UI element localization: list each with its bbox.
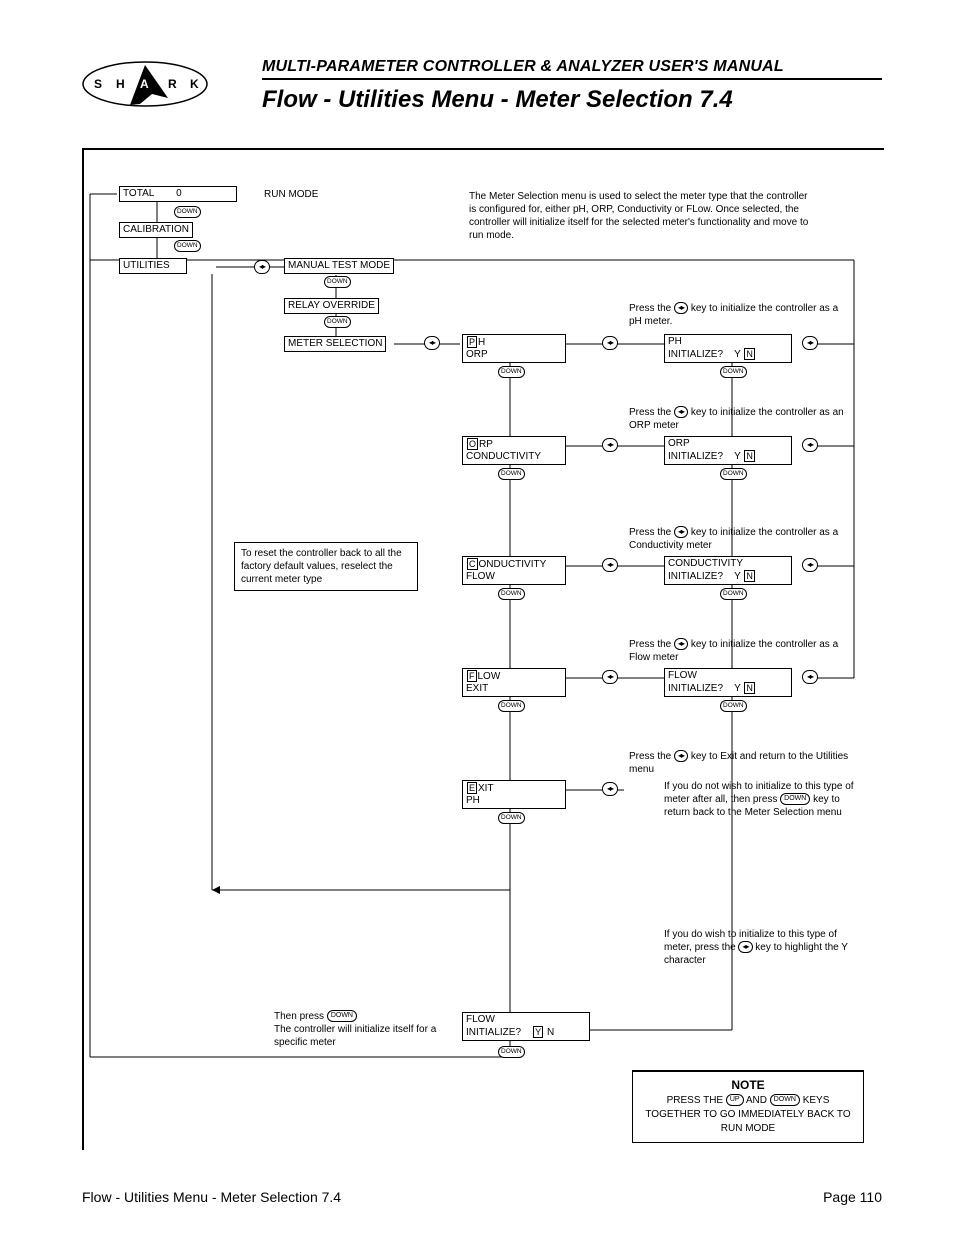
down-key-icon: DOWN bbox=[174, 206, 201, 218]
leftright-key-icon: ◂▸ bbox=[674, 302, 688, 314]
display-init-cond: CONDUCTIVITY INITIALIZE? Y N bbox=[664, 556, 792, 585]
display-utilities: UTILITIES bbox=[119, 258, 187, 274]
leftright-key-icon: ◂▸ bbox=[674, 526, 688, 538]
leftright-key-icon: ◂▸ bbox=[424, 336, 440, 350]
svg-text:A: A bbox=[140, 77, 149, 91]
down-key-icon: DOWN bbox=[498, 366, 525, 378]
up-key-icon: UP bbox=[726, 1094, 744, 1106]
down-key-icon: DOWN bbox=[720, 700, 747, 712]
leftright-key-icon: ◂▸ bbox=[802, 336, 818, 350]
display-cond-flow: CONDUCTIVITY FLOW bbox=[462, 556, 566, 585]
note-title: NOTE bbox=[641, 1078, 855, 1092]
down-key-icon: DOWN bbox=[720, 366, 747, 378]
display-total: TOTAL 0 bbox=[119, 186, 237, 202]
reset-note: To reset the controller back to all the … bbox=[234, 542, 418, 591]
display-meter-selection: METER SELECTION bbox=[284, 336, 386, 352]
hint-conductivity: Press the ◂▸ key to initialize the contr… bbox=[629, 526, 849, 552]
display-init-flow: FLOW INITIALIZE? Y N bbox=[664, 668, 792, 697]
hint-flow: Press the ◂▸ key to initialize the contr… bbox=[629, 638, 849, 664]
down-key-icon: DOWN bbox=[780, 793, 810, 805]
diagram-frame: TOTAL 0 RUN MODE DOWN CALIBRATION DOWN U… bbox=[82, 148, 884, 1150]
down-key-icon: DOWN bbox=[174, 240, 201, 252]
down-key-icon: DOWN bbox=[498, 588, 525, 600]
down-key-icon: DOWN bbox=[498, 468, 525, 480]
svg-text:R: R bbox=[168, 77, 177, 91]
exit-description: If you do not wish to initialize to this… bbox=[664, 780, 864, 819]
note-box: NOTE PRESS THE UP AND DOWN KEYS TOGETHER… bbox=[632, 1070, 864, 1143]
display-calibration: CALIBRATION bbox=[119, 222, 193, 238]
leftright-key-icon: ◂▸ bbox=[802, 670, 818, 684]
page: S H A R K MULTI-PARAMETER CONTROLLER & A… bbox=[0, 0, 954, 1235]
svg-text:K: K bbox=[190, 77, 199, 91]
display-final-init: FLOW INITIALIZE? Y N bbox=[462, 1012, 590, 1041]
leftright-key-icon: ◂▸ bbox=[738, 941, 752, 953]
leftright-key-icon: ◂▸ bbox=[602, 558, 618, 572]
shark-logo: S H A R K bbox=[80, 60, 210, 108]
manual-subtitle: MULTI-PARAMETER CONTROLLER & ANALYZER US… bbox=[262, 58, 882, 80]
display-init-ph: PH INITIALIZE? Y N bbox=[664, 334, 792, 363]
display-init-orp: ORP INITIALIZE? Y N bbox=[664, 436, 792, 465]
init-hint: If you do wish to initialize to this typ… bbox=[664, 928, 864, 967]
down-key-icon: DOWN bbox=[324, 276, 351, 288]
display-manual-test: MANUAL TEST MODE bbox=[284, 258, 394, 274]
leftright-key-icon: ◂▸ bbox=[602, 782, 618, 796]
leftright-key-icon: ◂▸ bbox=[602, 438, 618, 452]
leftright-key-icon: ◂▸ bbox=[254, 260, 270, 274]
run-mode-label: RUN MODE bbox=[264, 188, 318, 201]
svg-text:H: H bbox=[116, 77, 125, 91]
leftright-key-icon: ◂▸ bbox=[674, 406, 688, 418]
display-exit-ph: EXIT PH bbox=[462, 780, 566, 809]
hint-ph: Press the ◂▸ key to initialize the contr… bbox=[629, 302, 849, 328]
leftright-key-icon: ◂▸ bbox=[602, 670, 618, 684]
leftright-key-icon: ◂▸ bbox=[674, 638, 688, 650]
down-key-icon: DOWN bbox=[770, 1094, 800, 1106]
display-orp-cond: ORP CONDUCTIVITY bbox=[462, 436, 566, 465]
hint-orp: Press the ◂▸ key to initialize the contr… bbox=[629, 406, 849, 432]
leftright-key-icon: ◂▸ bbox=[602, 336, 618, 350]
intro-text: The Meter Selection menu is used to sele… bbox=[469, 190, 809, 242]
down-key-icon: DOWN bbox=[498, 1046, 525, 1058]
down-key-icon: DOWN bbox=[720, 468, 747, 480]
display-ph-orp: PH ORP bbox=[462, 334, 566, 363]
page-header: MULTI-PARAMETER CONTROLLER & ANALYZER US… bbox=[262, 58, 882, 114]
down-key-icon: DOWN bbox=[498, 700, 525, 712]
down-key-icon: DOWN bbox=[720, 588, 747, 600]
svg-text:S: S bbox=[94, 77, 102, 91]
page-title: Flow - Utilities Menu - Meter Selection … bbox=[262, 86, 882, 114]
leftright-key-icon: ◂▸ bbox=[802, 438, 818, 452]
display-relay-override: RELAY OVERRIDE bbox=[284, 298, 379, 314]
footer-right: Page 110 bbox=[823, 1189, 882, 1205]
footer-left: Flow - Utilities Menu - Meter Selection … bbox=[82, 1189, 341, 1205]
down-key-icon: DOWN bbox=[324, 316, 351, 328]
leftright-key-icon: ◂▸ bbox=[674, 750, 688, 762]
total-label: TOTAL bbox=[123, 188, 154, 199]
down-key-icon: DOWN bbox=[498, 812, 525, 824]
display-flow-exit: FLOW EXIT bbox=[462, 668, 566, 697]
down-key-icon: DOWN bbox=[327, 1010, 357, 1022]
final-desc: Then press DOWN The controller will init… bbox=[274, 1010, 454, 1049]
hint-exit: Press the ◂▸ key to Exit and return to t… bbox=[629, 750, 849, 776]
leftright-key-icon: ◂▸ bbox=[802, 558, 818, 572]
